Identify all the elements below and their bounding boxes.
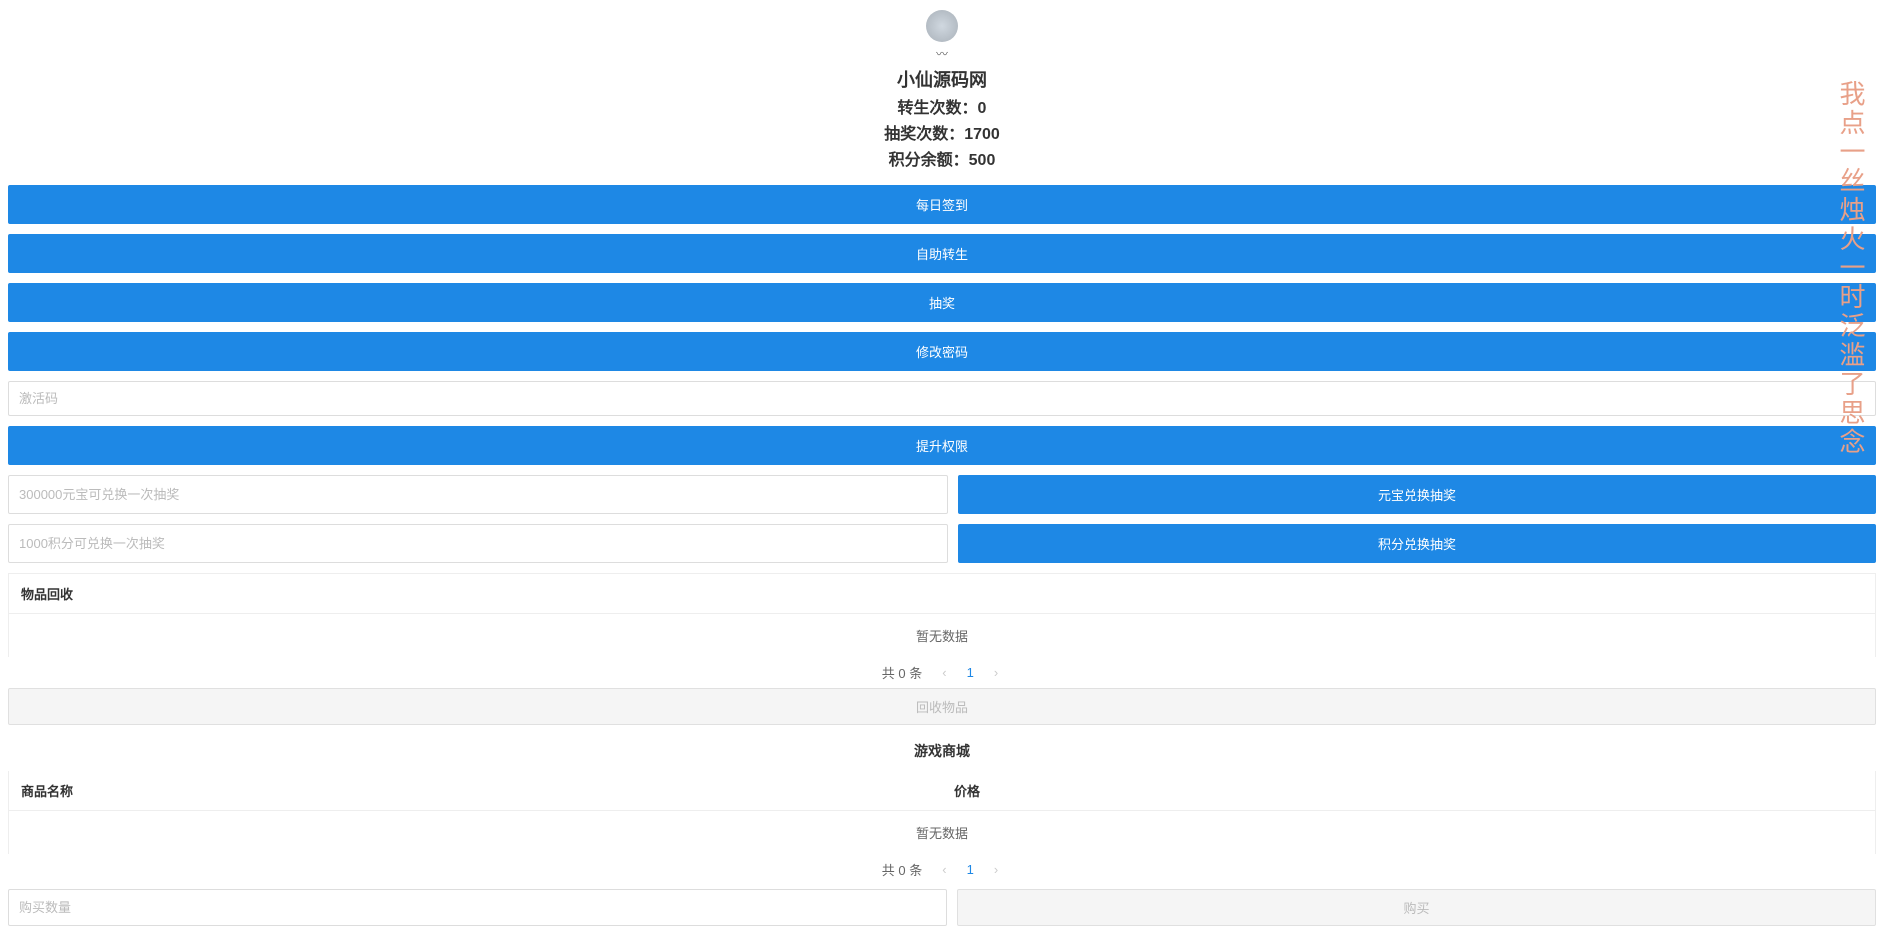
recycle-section-title: 物品回收 <box>8 573 1876 614</box>
upgrade-permission-button[interactable]: 提升权限 <box>8 426 1876 465</box>
lottery-button[interactable]: 抽奖 <box>8 283 1876 322</box>
lottery-value: 1700 <box>964 126 1000 143</box>
shop-table-header: 商品名称 价格 <box>8 771 1876 811</box>
self-rebirth-button[interactable]: 自助转生 <box>8 234 1876 273</box>
shop-pagination: 共 0 条 ‹ 1 › <box>8 854 1876 885</box>
recycle-empty: 暂无数据 <box>8 614 1876 657</box>
activation-code-input[interactable] <box>8 381 1876 416</box>
lottery-stat: 抽奖次数：1700 <box>8 120 1876 144</box>
points-stat: 积分余额：500 <box>8 146 1876 170</box>
points-label: 积分余额： <box>889 152 969 169</box>
rebirth-stat: 转生次数：0 <box>8 94 1876 118</box>
yuanbao-exchange-input[interactable] <box>8 475 948 514</box>
change-password-button[interactable]: 修改密码 <box>8 332 1876 371</box>
recycle-pagination: 共 0 条 ‹ 1 › <box>8 657 1876 688</box>
daily-signin-button[interactable]: 每日签到 <box>8 185 1876 224</box>
avatar <box>926 10 958 42</box>
points-exchange-button[interactable]: 积分兑换抽奖 <box>958 524 1876 563</box>
side-poem: 我点一丝烛火一时泛滥了思念 <box>1832 80 1869 457</box>
recycle-prev-icon[interactable]: ‹ <box>938 665 950 680</box>
site-name: 小仙源码网 <box>8 66 1876 92</box>
recycle-page-num[interactable]: 1 <box>959 663 982 682</box>
points-value: 500 <box>969 152 996 169</box>
shop-col-price: 价格 <box>942 771 1875 810</box>
avatar-decoration: 〰 <box>8 45 1876 62</box>
yuanbao-exchange-button[interactable]: 元宝兑换抽奖 <box>958 475 1876 514</box>
buy-quantity-input[interactable] <box>8 889 947 926</box>
shop-empty: 暂无数据 <box>8 811 1876 854</box>
shop-col-name: 商品名称 <box>9 771 942 810</box>
shop-section-title: 游戏商城 <box>8 731 1876 771</box>
header: 〰 小仙源码网 转生次数：0 抽奖次数：1700 积分余额：500 <box>8 0 1876 185</box>
rebirth-label: 转生次数： <box>898 100 978 117</box>
shop-prev-icon[interactable]: ‹ <box>938 862 950 877</box>
rebirth-value: 0 <box>978 100 987 117</box>
recycle-item-button: 回收物品 <box>8 688 1876 725</box>
buy-button: 购买 <box>957 889 1876 926</box>
recycle-next-icon[interactable]: › <box>990 665 1002 680</box>
shop-page-info: 共 0 条 <box>882 860 922 879</box>
shop-next-icon[interactable]: › <box>990 862 1002 877</box>
lottery-label: 抽奖次数： <box>884 126 964 143</box>
shop-page-num[interactable]: 1 <box>959 860 982 879</box>
recycle-page-info: 共 0 条 <box>882 663 922 682</box>
points-exchange-input[interactable] <box>8 524 948 563</box>
